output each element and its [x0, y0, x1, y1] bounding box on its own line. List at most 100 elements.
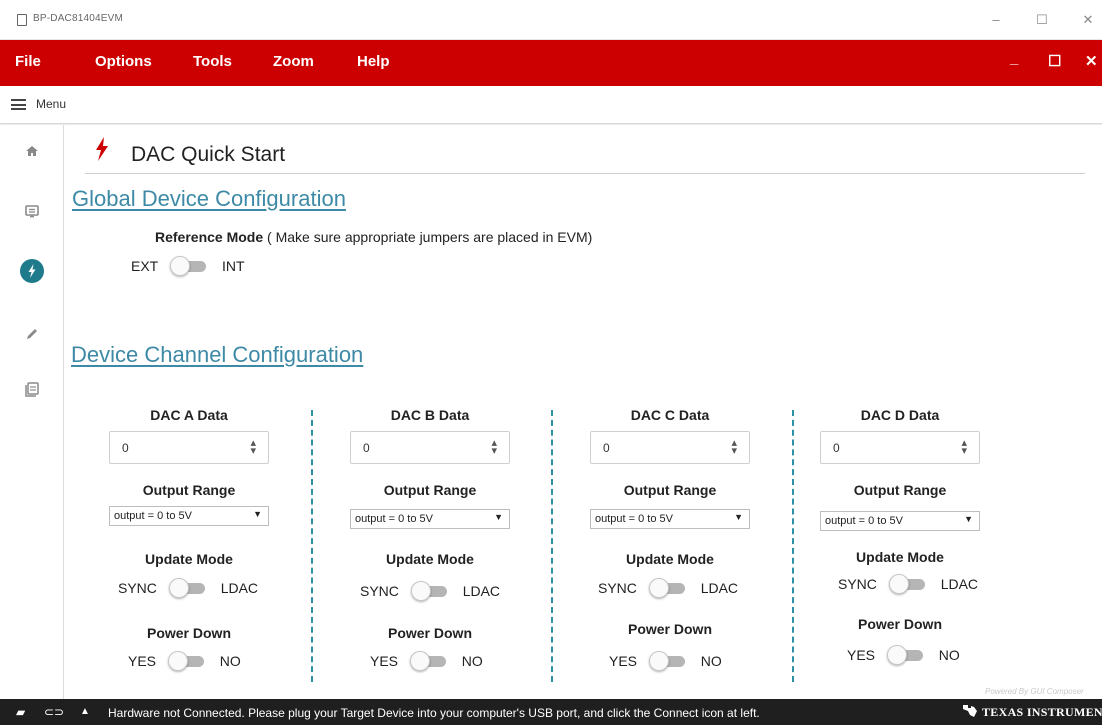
ldac-label: LDAC [220, 580, 259, 596]
dac-b-range-label: Output Range [383, 482, 477, 498]
column-divider [792, 410, 794, 682]
dac-b-update-toggle[interactable] [410, 581, 451, 601]
yes-label: YES [847, 647, 876, 663]
sync-label: SYNC [118, 580, 157, 596]
header-divider [85, 173, 1085, 174]
reference-mode-title: Reference Mode [155, 229, 264, 245]
dac-a-data-input[interactable]: 0 ▴ ▾ [109, 431, 269, 464]
menu-file[interactable]: File [15, 53, 41, 70]
quick-start-icon[interactable] [20, 259, 44, 283]
dac-b-data-label: DAC B Data [390, 407, 470, 423]
dac-a-update-toggle[interactable] [168, 578, 209, 598]
yes-label: YES [609, 653, 638, 669]
column-divider [311, 410, 313, 682]
connection-status-message: Hardware not Connected. Please plug your… [108, 706, 760, 720]
column-divider [551, 410, 553, 682]
ti-logo: TEXAS INSTRUMENTS [962, 704, 1102, 720]
dac-d-range-select[interactable]: output = 0 to 5V ▼ [820, 511, 980, 531]
dac-c-data-label: DAC C Data [630, 407, 710, 423]
dac-b-data-input[interactable]: 0 ▴ ▾ [350, 431, 510, 464]
dac-a-power-row: YES NO [128, 651, 241, 671]
pencil-icon[interactable] [22, 324, 42, 344]
channel-config-heading: Device Channel Configuration [71, 342, 364, 367]
dac-c-range-label: Output Range [623, 482, 717, 498]
menu-label[interactable]: Menu [36, 97, 66, 111]
dac-c-update-row: SYNC LDAC [598, 578, 738, 598]
dac-c-update-label: Update Mode [626, 551, 714, 567]
dac-b-update-label: Update Mode [386, 551, 474, 567]
menu-zoom[interactable]: Zoom [273, 53, 314, 70]
no-label: NO [938, 647, 960, 663]
hamburger-icon[interactable] [11, 99, 26, 110]
spinner-icon[interactable]: ▴ ▾ [731, 438, 737, 457]
dac-c-power-label: Power Down [627, 621, 712, 637]
book-icon[interactable]: ▰ [16, 705, 25, 719]
register-map-icon[interactable] [22, 379, 42, 399]
os-close-button[interactable]: ✕ [1076, 10, 1100, 30]
home-icon[interactable] [22, 141, 42, 161]
texas-logo-icon [963, 705, 977, 717]
ldac-label: LDAC [700, 580, 739, 596]
dac-c-power-toggle[interactable] [648, 651, 689, 671]
reference-mode-toggle[interactable] [170, 256, 210, 276]
dropdown-caret-icon: ▼ [964, 514, 973, 524]
app-minimize-button[interactable]: _ [1010, 50, 1018, 67]
app-close-button[interactable]: ✕ [1085, 52, 1098, 70]
app-window: BP-DAC81404EVM – ☐ ✕ File Options Tools … [0, 0, 1102, 725]
ldac-label: LDAC [462, 583, 501, 599]
dac-c-range-select[interactable]: output = 0 to 5V ▼ [590, 509, 750, 529]
dac-a-power-label: Power Down [146, 625, 231, 641]
sync-label: SYNC [838, 576, 877, 592]
reference-mode-row: EXT INT [131, 256, 245, 276]
yes-label: YES [128, 653, 157, 669]
dac-a-data-label: DAC A Data [150, 407, 228, 423]
dropdown-caret-icon: ▼ [253, 509, 262, 519]
lightning-icon [96, 137, 108, 161]
app-maximize-button[interactable]: ☐ [1048, 52, 1061, 70]
dac-d-range-label: Output Range [853, 482, 947, 498]
dropdown-caret-icon: ▼ [494, 512, 503, 522]
dac-c-update-toggle[interactable] [648, 578, 689, 598]
ldac-label: LDAC [940, 576, 979, 592]
quick-start-panel: DAC Quick Start Global Device Configurat… [65, 125, 1102, 699]
connect-icon[interactable]: ⊂⊃ [44, 705, 64, 719]
no-label: NO [700, 653, 722, 669]
os-maximize-button[interactable]: ☐ [1030, 10, 1054, 30]
menu-help[interactable]: Help [357, 53, 390, 70]
menu-bar: File Options Tools Zoom Help _ ☐ ✕ [0, 40, 1102, 86]
dac-d-power-label: Power Down [857, 616, 942, 632]
dac-b-power-row: YES NO [370, 651, 483, 671]
dac-d-update-label: Update Mode [856, 549, 944, 565]
dac-c-data-input[interactable]: 0 ▴ ▾ [590, 431, 750, 464]
dac-d-update-toggle[interactable] [888, 574, 929, 594]
int-label: INT [222, 258, 245, 274]
reference-mode-hint: ( Make sure appropriate jumpers are plac… [267, 229, 593, 245]
status-bar: ▰ ⊂⊃ ▲ Hardware not Connected. Please pl… [0, 699, 1102, 725]
no-label: NO [461, 653, 483, 669]
os-minimize-button[interactable]: – [984, 10, 1008, 30]
reference-mode-label: Reference Mode ( Make sure appropriate j… [155, 229, 592, 245]
global-config-heading: Global Device Configuration [72, 186, 346, 211]
menu-tools[interactable]: Tools [193, 53, 232, 70]
spinner-icon[interactable]: ▴ ▾ [961, 438, 967, 457]
spinner-icon[interactable]: ▴ ▾ [250, 438, 256, 457]
menu-options[interactable]: Options [95, 53, 152, 70]
dac-a-power-toggle[interactable] [167, 651, 208, 671]
dac-d-power-row: YES NO [847, 645, 960, 665]
powered-by-label: Powered By GUI Composer [985, 687, 1084, 696]
dac-d-data-input[interactable]: 0 ▴ ▾ [820, 431, 980, 464]
brand-name: TEXAS INSTRUMENTS [982, 705, 1102, 719]
dac-d-power-toggle[interactable] [886, 645, 927, 665]
os-title-bar: BP-DAC81404EVM – ☐ ✕ [0, 0, 1102, 40]
dac-a-range-select[interactable]: output = 0 to 5V ▼ [109, 506, 269, 526]
window-title: BP-DAC81404EVM [33, 13, 124, 24]
expand-up-icon[interactable]: ▲ [80, 706, 90, 717]
spinner-icon[interactable]: ▴ ▾ [491, 438, 497, 457]
page-title: DAC Quick Start [131, 143, 286, 166]
menu-row: Menu [0, 86, 1102, 124]
nav-rail [0, 125, 64, 699]
dac-a-update-label: Update Mode [145, 551, 233, 567]
dac-b-range-select[interactable]: output = 0 to 5V ▼ [350, 509, 510, 529]
message-icon[interactable] [22, 201, 42, 221]
dac-b-power-toggle[interactable] [409, 651, 450, 671]
